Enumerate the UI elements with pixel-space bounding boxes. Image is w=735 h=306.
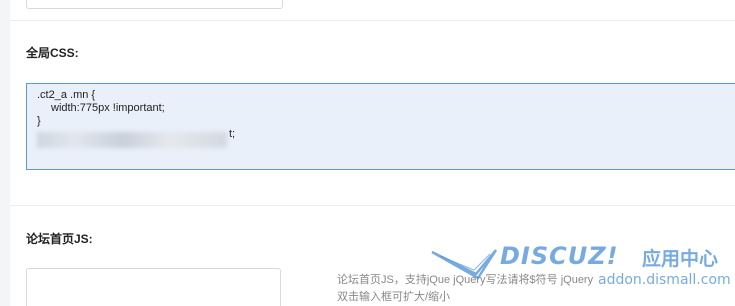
forum-home-js-label: 论坛首页JS: [26, 232, 93, 246]
left-gutter [0, 0, 10, 306]
code-line: t; [229, 128, 236, 140]
section-divider [10, 205, 735, 206]
section-divider [10, 20, 735, 21]
settings-page: 全局CSS: .ct2_a .mn { width:775px !importa… [0, 0, 735, 306]
forum-home-js-textarea[interactable] [26, 268, 281, 306]
code-line: width:775px !important; [51, 102, 165, 114]
watermark-brand: DISCUZ! [500, 242, 619, 270]
code-line: } [37, 115, 41, 127]
hint-line: 论坛首页JS，支持jQue jQuery写法请将$符号 jQuery [337, 274, 594, 286]
global-css-label: 全局CSS: [26, 46, 79, 60]
redacted-code [37, 132, 227, 148]
watermark-center: 应用中心 [642, 248, 719, 270]
global-css-textarea[interactable]: .ct2_a .mn { width:775px !important; } t… [26, 83, 735, 170]
js-hint-text: 论坛首页JS，支持jQue jQuery写法请将$符号 jQuery 双击输入框… [337, 272, 735, 306]
hint-line: 双击输入框可扩大/缩小 [337, 291, 451, 303]
previous-field-input[interactable] [26, 0, 283, 9]
code-line: .ct2_a .mn { [37, 89, 96, 101]
